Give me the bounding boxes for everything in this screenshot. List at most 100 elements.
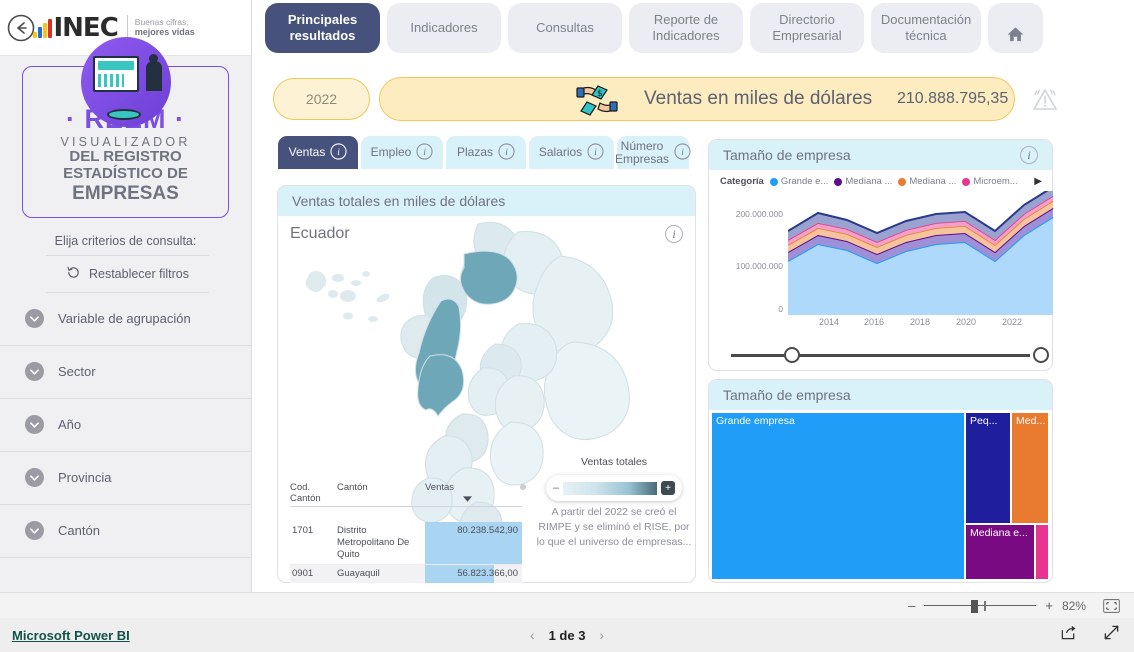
treemap-tile-microempresa[interactable] (1036, 525, 1048, 579)
tab-indicadores[interactable]: Indicadores (387, 3, 501, 53)
subtab-salarios[interactable]: Salarios i (529, 136, 614, 169)
subtab-label: Ventas (288, 145, 326, 160)
sort-descending-icon[interactable] (463, 496, 472, 503)
legend-item-mediana-a[interactable]: Mediana ... (898, 176, 956, 187)
inec-logo: INEC Buenas cifras, mejores vidas (33, 14, 195, 41)
info-icon[interactable]: i (498, 143, 515, 163)
area-panel-title: Tamaño de empresa (723, 147, 851, 163)
svg-text:i: i (424, 148, 427, 158)
x-axis-tick: 2014 (819, 317, 840, 327)
table-row[interactable]: 1701 Distrito Metropolitano De Quito 80.… (290, 522, 522, 565)
info-icon[interactable]: i (1020, 146, 1038, 164)
year-filter-pill[interactable]: 2022 (273, 78, 370, 120)
powerbi-link[interactable]: Microsoft Power BI (12, 628, 130, 643)
legend-item-microempresa[interactable]: Microem... (962, 176, 1018, 187)
subtab-ventas[interactable]: Ventas i (278, 136, 358, 169)
subtab-numero-empresas[interactable]: Número Empresas i (615, 136, 691, 169)
slider-handle-max[interactable] (1033, 347, 1049, 363)
stacked-area-chart[interactable]: 200.000.000 100.000.000 0 2014 2016 2018… (709, 191, 1054, 327)
reem-subtitle-3: EMPRESAS (72, 182, 179, 204)
sidebar-item-label: Variable de agrupación (58, 311, 191, 327)
treemap-visual[interactable]: Grande empresa Peq... Med... Mediana e..… (709, 410, 1052, 582)
y-axis-tick: 0 (778, 304, 783, 314)
table-header-row: Cod. Cantón Cantón Ventas (290, 482, 522, 507)
svg-text:i: i (505, 148, 508, 158)
page-indicator: 1 de 3 (548, 627, 586, 643)
year-range-slider[interactable] (722, 345, 1049, 367)
sidebar-item-ano[interactable]: Año (0, 399, 251, 452)
reem-subtitle-2: DEL REGISTRO ESTADÍSTICO DE (63, 148, 188, 183)
reem-card: · REEM · VISUALIZADOR DEL REGISTRO ESTAD… (22, 37, 229, 218)
info-icon[interactable]: i (330, 143, 347, 163)
map-visual[interactable]: Ecuador i Cod. Cantón Cantón Ventas 1701… (278, 216, 695, 583)
subtab-label: Salarios (538, 145, 583, 160)
kpi-value: 210.888.795,35 (897, 90, 1009, 107)
cell-ventas: 80.238.542,90 (425, 522, 522, 564)
sidebar-item-label: Año (58, 417, 82, 433)
cell-codigo: 1701 (292, 525, 314, 536)
sidebar-item-canton[interactable]: Cantón (0, 505, 251, 558)
slider-handle-min[interactable] (784, 347, 800, 363)
inec-tagline: Buenas cifras, mejores vidas (135, 17, 195, 39)
sidebar-item-variable-agrupacion[interactable]: Variable de agrupación (0, 293, 251, 346)
cell-ventas-value: 56.823.366,00 (457, 567, 518, 579)
zoom-in-button[interactable]: + (1045, 598, 1053, 613)
legend-item-grande[interactable]: Grande e... (769, 176, 829, 187)
tagline-line-1: Buenas cifras, (134, 16, 189, 27)
fullscreen-icon[interactable] (1103, 624, 1120, 646)
chevron-left-icon[interactable]: ‹ (530, 627, 535, 643)
canton-sales-table[interactable]: Cod. Cantón Cantón Ventas 1701 Distrito … (290, 482, 522, 583)
subtab-plazas[interactable]: Plazas i (446, 136, 526, 169)
sidebar-item-provincia[interactable]: Provincia (0, 452, 251, 505)
tab-documentacion-tecnica[interactable]: Documentación técnica (871, 3, 981, 53)
legend-next-icon[interactable]: ▶ (1034, 176, 1042, 187)
zoom-slider-track (924, 604, 1037, 606)
zoom-slider-handle[interactable] (971, 599, 979, 613)
legend-item-mediana-b[interactable]: Mediana ... (834, 176, 892, 187)
map-region-quito (460, 250, 518, 305)
area-chart-panel: Tamaño de empresa i Categoría Grande e..… (708, 139, 1054, 371)
info-icon[interactable]: i (587, 143, 604, 163)
info-icon[interactable]: i (674, 143, 691, 163)
zoom-slider[interactable] (924, 599, 1037, 613)
sidebar-item-sector[interactable]: Sector (0, 346, 251, 399)
info-icon[interactable]: i (416, 143, 433, 163)
chevron-down-icon (25, 468, 44, 488)
svg-text:$: $ (597, 89, 603, 99)
chevron-down-icon (25, 362, 44, 382)
chevron-down-icon (25, 521, 44, 541)
fit-to-page-icon[interactable] (1103, 598, 1120, 613)
legend-label: Microem... (973, 176, 1018, 187)
zoom-out-button[interactable]: – (908, 598, 915, 613)
subtab-empleo[interactable]: Empleo i (361, 136, 443, 169)
back-arrow-icon[interactable] (6, 13, 36, 43)
chevron-right-icon[interactable]: › (599, 627, 604, 643)
column-header-canton[interactable]: Cantón (337, 482, 425, 504)
reset-filters-label: Restablecer filtros (88, 266, 190, 281)
map-legend-scale[interactable]: – + (546, 475, 682, 501)
sidebar-item-label: Sector (58, 364, 96, 380)
treemap-tile-grande-empresa[interactable]: Grande empresa (712, 413, 964, 579)
treemap-tile-pequena-empresa[interactable]: Peq... (966, 413, 1010, 523)
tab-home[interactable] (988, 3, 1043, 53)
column-header-ventas[interactable]: Ventas (425, 482, 522, 504)
zoom-slider-tick (984, 600, 986, 611)
reset-icon (66, 265, 81, 283)
tab-reporte-indicadores[interactable]: Reporte de Indicadores (629, 3, 743, 53)
tab-principales-resultados[interactable]: Principales resultados (265, 3, 380, 53)
column-header-codigo[interactable]: Cod. Cantón (290, 482, 337, 504)
treemap-tile-mediana-empresa-a[interactable]: Med... (1012, 413, 1048, 523)
table-row[interactable]: 0901 Guayaquil 56.823.366,00 (290, 564, 522, 583)
warning-triangle-icon[interactable] (1028, 82, 1062, 116)
reset-filters-button[interactable]: Restablecer filtros (46, 254, 209, 293)
top-navigation: Principales resultados Indicadores Consu… (265, 3, 1043, 53)
share-icon[interactable] (1060, 624, 1077, 646)
tab-directorio-empresarial[interactable]: Directorio Empresarial (750, 3, 864, 53)
tab-consultas[interactable]: Consultas (508, 3, 622, 53)
zoom-bar: – + 82% (0, 592, 1134, 618)
treemap-tile-mediana-empresa-b[interactable]: Mediana e... (966, 525, 1034, 579)
legend-min-label: – (553, 482, 560, 494)
legend-label: Grande e... (780, 176, 829, 187)
area-chart-plot (788, 191, 1054, 315)
subtab-label: Plazas (456, 145, 494, 160)
